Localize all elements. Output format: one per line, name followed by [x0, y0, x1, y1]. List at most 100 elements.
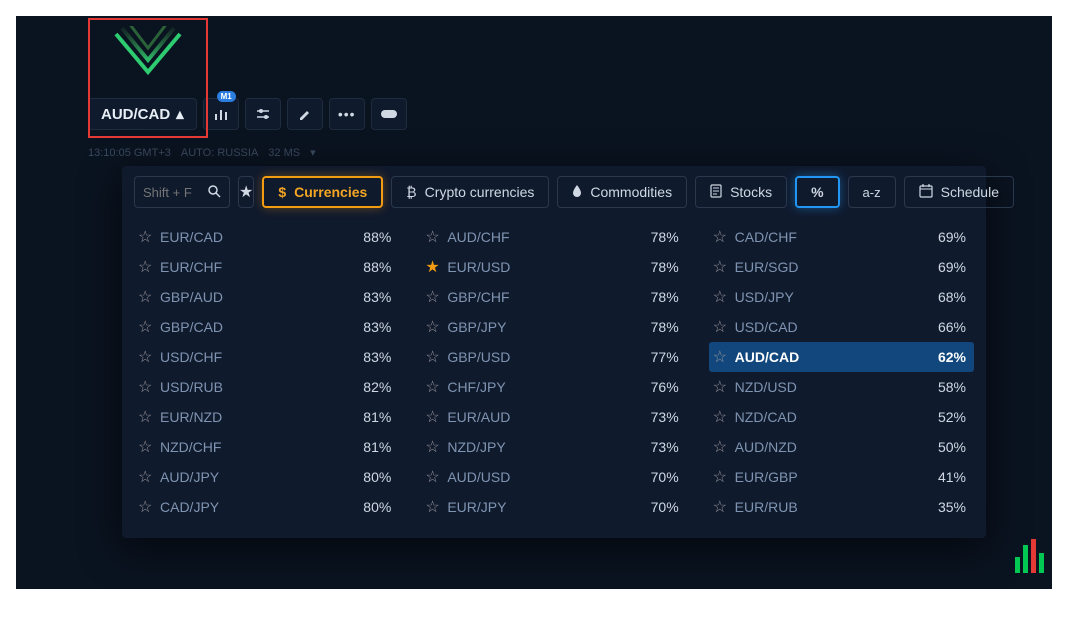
star-icon[interactable]: ☆: [138, 347, 160, 367]
asset-row[interactable]: ☆AUD/JPY80%: [134, 462, 399, 492]
asset-row[interactable]: ☆EUR/AUD73%: [421, 402, 686, 432]
star-icon[interactable]: ☆: [713, 407, 735, 427]
star-icon[interactable]: ☆: [138, 227, 160, 247]
asset-row[interactable]: ☆GBP/JPY78%: [421, 312, 686, 342]
dollar-icon: $: [278, 184, 286, 200]
star-icon[interactable]: ☆: [138, 287, 160, 307]
drawing-tools-button[interactable]: [287, 98, 323, 130]
asset-percentage: 88%: [363, 259, 391, 275]
tab-stocks[interactable]: Stocks: [695, 176, 787, 208]
star-icon[interactable]: ☆: [713, 257, 735, 277]
star-icon[interactable]: ★: [425, 257, 447, 277]
asset-row[interactable]: ☆EUR/RUB35%: [709, 492, 974, 522]
indicators-button[interactable]: [245, 98, 281, 130]
star-icon[interactable]: ☆: [425, 497, 447, 517]
schedule-button[interactable]: Schedule: [904, 176, 1014, 208]
asset-row[interactable]: ★EUR/USD78%: [421, 252, 686, 282]
asset-row[interactable]: ☆EUR/NZD81%: [134, 402, 399, 432]
asset-name: USD/CHF: [160, 349, 363, 365]
asset-row[interactable]: ☆EUR/CAD88%: [134, 222, 399, 252]
gamepad-icon: [380, 108, 398, 120]
asset-percentage: 77%: [651, 349, 679, 365]
star-icon[interactable]: ☆: [425, 377, 447, 397]
asset-row[interactable]: ☆GBP/USD77%: [421, 342, 686, 372]
symbol-selector-button[interactable]: AUD/CAD ▴: [88, 98, 197, 130]
star-icon[interactable]: ☆: [713, 227, 735, 247]
star-icon[interactable]: ☆: [425, 317, 447, 337]
chart-type-button[interactable]: M1: [203, 98, 239, 130]
tab-label: Stocks: [730, 184, 772, 200]
asset-row[interactable]: ☆EUR/SGD69%: [709, 252, 974, 282]
star-icon[interactable]: ☆: [138, 467, 160, 487]
asset-name: GBP/CHF: [447, 289, 650, 305]
asset-row[interactable]: ☆CAD/CHF69%: [709, 222, 974, 252]
asset-row[interactable]: ☆NZD/USD58%: [709, 372, 974, 402]
star-icon[interactable]: ☆: [425, 287, 447, 307]
asset-column: ☆CAD/CHF69%☆EUR/SGD69%☆USD/JPY68%☆USD/CA…: [709, 222, 974, 522]
asset-percentage: 69%: [938, 259, 966, 275]
star-icon[interactable]: ☆: [138, 437, 160, 457]
tab-commodities[interactable]: Commodities: [557, 176, 687, 208]
tab-label: Commodities: [590, 184, 672, 200]
asset-row[interactable]: ☆NZD/JPY73%: [421, 432, 686, 462]
star-icon[interactable]: ☆: [138, 497, 160, 517]
star-icon[interactable]: ☆: [138, 317, 160, 337]
asset-row[interactable]: ☆USD/JPY68%: [709, 282, 974, 312]
star-icon[interactable]: ☆: [713, 467, 735, 487]
app-container: AUD/CAD ▴ M1 •••: [16, 16, 1052, 589]
tab-currencies[interactable]: $ Currencies: [262, 176, 383, 208]
symbol-label: AUD/CAD: [101, 106, 170, 123]
asset-row[interactable]: ☆USD/RUB82%: [134, 372, 399, 402]
asset-row[interactable]: ☆NZD/CHF81%: [134, 432, 399, 462]
star-icon[interactable]: ☆: [138, 257, 160, 277]
asset-row[interactable]: ☆AUD/USD70%: [421, 462, 686, 492]
star-icon[interactable]: ☆: [425, 437, 447, 457]
star-icon[interactable]: ☆: [138, 377, 160, 397]
asset-row[interactable]: ☆GBP/CAD83%: [134, 312, 399, 342]
asset-row[interactable]: ☆CHF/JPY76%: [421, 372, 686, 402]
asset-row[interactable]: ☆USD/CHF83%: [134, 342, 399, 372]
star-icon[interactable]: ☆: [138, 407, 160, 427]
caret-up-icon: ▴: [176, 105, 184, 123]
asset-row[interactable]: ☆CAD/JPY80%: [134, 492, 399, 522]
search-icon[interactable]: [207, 184, 221, 201]
star-icon[interactable]: ☆: [713, 317, 735, 337]
asset-row[interactable]: ☆GBP/AUD83%: [134, 282, 399, 312]
star-icon[interactable]: ☆: [425, 407, 447, 427]
asset-row[interactable]: ☆GBP/CHF78%: [421, 282, 686, 312]
star-icon[interactable]: ☆: [713, 497, 735, 517]
favorites-filter-button[interactable]: ★: [238, 176, 254, 208]
asset-row[interactable]: ☆AUD/CAD62%: [709, 342, 974, 372]
star-icon[interactable]: ☆: [713, 437, 735, 457]
more-options-button[interactable]: •••: [329, 98, 365, 130]
star-icon[interactable]: ☆: [425, 467, 447, 487]
asset-name: NZD/CHF: [160, 439, 363, 455]
star-icon[interactable]: ☆: [425, 347, 447, 367]
tab-crypto[interactable]: ₿ Crypto currencies: [391, 176, 549, 208]
star-icon[interactable]: ☆: [713, 287, 735, 307]
star-icon[interactable]: ☆: [713, 347, 735, 367]
game-mode-button[interactable]: [371, 98, 407, 130]
percent-sort-button[interactable]: %: [795, 176, 839, 208]
asset-row[interactable]: ☆EUR/CHF88%: [134, 252, 399, 282]
asset-percentage: 73%: [651, 409, 679, 425]
star-icon[interactable]: ☆: [713, 377, 735, 397]
search-box[interactable]: [134, 176, 230, 208]
asset-name: USD/JPY: [735, 289, 938, 305]
asset-name: EUR/USD: [447, 259, 650, 275]
drop-icon: [572, 184, 582, 201]
asset-percentage: 78%: [651, 229, 679, 245]
asset-percentage: 83%: [363, 349, 391, 365]
asset-selector-panel: ★ $ Currencies ₿ Crypto currencies Commo…: [122, 166, 986, 538]
sliders-icon: [255, 106, 271, 122]
asset-percentage: 52%: [938, 409, 966, 425]
asset-row[interactable]: ☆AUD/CHF78%: [421, 222, 686, 252]
asset-row[interactable]: ☆USD/CAD66%: [709, 312, 974, 342]
asset-row[interactable]: ☆EUR/GBP41%: [709, 462, 974, 492]
asset-row[interactable]: ☆NZD/CAD52%: [709, 402, 974, 432]
alpha-sort-button[interactable]: a-z: [848, 176, 896, 208]
asset-row[interactable]: ☆EUR/JPY70%: [421, 492, 686, 522]
search-input[interactable]: [143, 185, 199, 200]
asset-row[interactable]: ☆AUD/NZD50%: [709, 432, 974, 462]
star-icon[interactable]: ☆: [425, 227, 447, 247]
